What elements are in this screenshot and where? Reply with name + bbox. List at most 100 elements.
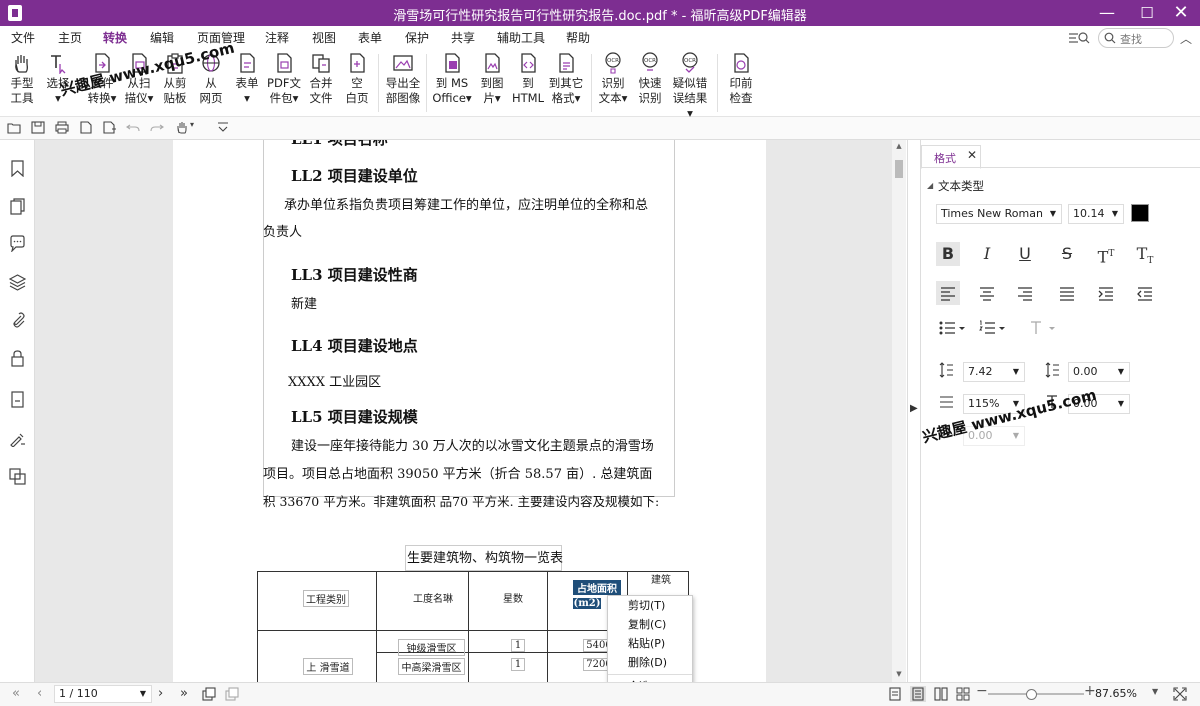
- zoom-out-icon[interactable]: −: [976, 683, 988, 699]
- ribbon-collapse-icon[interactable]: ︿: [1180, 30, 1192, 47]
- new-doc-icon[interactable]: [79, 121, 93, 134]
- underline-button[interactable]: U: [1013, 242, 1037, 266]
- indent-decrease-icon[interactable]: [1133, 281, 1157, 305]
- save-icon[interactable]: [31, 121, 45, 134]
- zoom-slider-thumb[interactable]: [1026, 689, 1037, 700]
- paragraph-spacing-dropdown[interactable]: 0.00 ▼: [1068, 362, 1130, 382]
- open-folder-icon[interactable]: [7, 121, 21, 134]
- line-spacing-dropdown[interactable]: 7.42 ▼: [963, 362, 1025, 382]
- scrollbar-thumb[interactable]: [895, 160, 903, 178]
- signature-icon[interactable]: [9, 430, 26, 447]
- undo-icon[interactable]: [126, 121, 140, 134]
- font-size-dropdown[interactable]: 10.14 ▼: [1068, 204, 1124, 224]
- prev-page-icon[interactable]: ‹: [37, 686, 42, 701]
- document-properties-icon[interactable]: [9, 391, 26, 408]
- font-color-swatch[interactable]: [1131, 204, 1149, 222]
- extract-page-icon[interactable]: [202, 687, 216, 701]
- align-right-icon[interactable]: [1013, 281, 1037, 305]
- menu-home[interactable]: 主页: [58, 29, 82, 46]
- scroll-down-icon[interactable]: ▼: [894, 670, 904, 678]
- to-image-button[interactable]: 到图 片▾: [472, 50, 512, 106]
- align-justify-icon[interactable]: [1055, 281, 1079, 305]
- menu-protect[interactable]: 保护: [405, 29, 429, 46]
- attachment-icon[interactable]: [9, 312, 26, 329]
- chevron-down-icon[interactable]: ▼: [1152, 687, 1158, 696]
- print-icon[interactable]: [55, 121, 69, 134]
- search-box[interactable]: 查找: [1098, 28, 1174, 48]
- last-page-icon[interactable]: »: [180, 686, 188, 701]
- layers-icon[interactable]: [9, 274, 26, 291]
- bullet-list-icon[interactable]: [938, 320, 968, 336]
- close-tab-icon[interactable]: ✕: [967, 148, 977, 162]
- first-page-icon[interactable]: «: [12, 686, 20, 701]
- to-ms-office-button[interactable]: 到 MS Office▾: [432, 50, 472, 106]
- bookmark-icon[interactable]: [9, 160, 26, 177]
- hand-tool-icon[interactable]: [175, 121, 189, 134]
- form-button[interactable]: 表单 ▾: [227, 50, 267, 106]
- continuous-facing-view-icon[interactable]: [956, 687, 970, 701]
- menu-view[interactable]: 视图: [312, 29, 336, 46]
- tab-format[interactable]: 格式 ✕: [921, 145, 981, 169]
- indent-increase-icon[interactable]: [1094, 281, 1118, 305]
- close-button[interactable]: ✕: [1158, 0, 1200, 26]
- zoom-value[interactable]: 87.65%: [1095, 687, 1137, 700]
- align-center-icon[interactable]: [975, 281, 999, 305]
- collapse-section-icon[interactable]: ◢: [927, 181, 933, 190]
- menu-item-paste[interactable]: 粘贴(P): [608, 634, 692, 653]
- fullscreen-icon[interactable]: [1172, 686, 1188, 702]
- ocr-text-button[interactable]: OCR 识别 文本▾: [593, 50, 633, 106]
- single-page-view-icon[interactable]: [888, 687, 902, 701]
- page-number-input[interactable]: 1 / 110 ▼: [54, 685, 152, 703]
- add-page-icon[interactable]: [102, 121, 116, 134]
- pdf-portfolio-button[interactable]: PDF文 件包▾: [264, 50, 304, 106]
- to-html-button[interactable]: 到 HTML: [508, 50, 548, 106]
- quick-ocr-button[interactable]: OCR 快速 识别: [630, 50, 670, 106]
- menu-comment[interactable]: 注释: [265, 29, 289, 46]
- chevron-down-icon[interactable]: ▾: [190, 120, 194, 129]
- next-page-icon[interactable]: ›: [158, 686, 163, 701]
- zoom-slider[interactable]: [988, 689, 1084, 700]
- strikethrough-button[interactable]: S: [1055, 242, 1079, 266]
- customize-toolbar-icon[interactable]: [216, 121, 230, 134]
- facing-view-icon[interactable]: [934, 687, 948, 701]
- scroll-up-icon[interactable]: ▲: [894, 142, 904, 150]
- align-left-icon[interactable]: [936, 281, 960, 305]
- zoom-in-icon[interactable]: +: [1084, 683, 1096, 699]
- subscript-button[interactable]: TT: [1133, 242, 1157, 266]
- comments-icon[interactable]: [9, 235, 26, 252]
- collapse-panel-icon[interactable]: ▶: [910, 403, 918, 414]
- font-family-dropdown[interactable]: Times New Roman ▼: [936, 204, 1062, 224]
- menu-item-delete[interactable]: 删除(D): [608, 653, 692, 672]
- table-header-cell-selected[interactable]: (m2): [573, 598, 601, 609]
- compare-icon[interactable]: [9, 468, 26, 485]
- superscript-button[interactable]: TT: [1094, 242, 1118, 266]
- bold-button[interactable]: B: [936, 242, 960, 266]
- suspect-results-button[interactable]: OCR 疑似错 误结果▾: [670, 50, 710, 121]
- redo-icon[interactable]: [150, 121, 164, 134]
- menu-item-cut[interactable]: 剪切(T): [608, 596, 692, 615]
- to-other-format-button[interactable]: 到其它 格式▾: [546, 50, 586, 106]
- pages-icon[interactable]: [9, 198, 26, 215]
- preflight-button[interactable]: 印前 检查: [721, 50, 761, 106]
- vertical-scrollbar[interactable]: ▲ ▼: [892, 140, 906, 682]
- continuous-view-icon[interactable]: [910, 686, 926, 702]
- export-images-button[interactable]: 导出全 部图像: [383, 50, 423, 106]
- menu-accessibility[interactable]: 辅助工具: [497, 29, 545, 46]
- duplicate-page-icon[interactable]: [225, 687, 239, 701]
- blank-page-button[interactable]: 空白页: [337, 50, 377, 106]
- menu-convert[interactable]: 转换: [103, 29, 128, 50]
- search-options-icon[interactable]: [1068, 30, 1092, 46]
- right-panel-handle[interactable]: ▶: [907, 140, 921, 682]
- text-direction-icon[interactable]: [1029, 320, 1059, 336]
- lock-icon[interactable]: [9, 350, 26, 367]
- menu-edit[interactable]: 编辑: [150, 29, 174, 46]
- merge-files-button[interactable]: 合并 文件: [301, 50, 341, 106]
- italic-button[interactable]: I: [975, 242, 999, 266]
- menu-share[interactable]: 共享: [451, 29, 475, 46]
- table-header-cell-selected[interactable]: 占地面积: [573, 580, 621, 595]
- menu-form[interactable]: 表单: [358, 29, 382, 46]
- menu-file[interactable]: 文件: [11, 29, 35, 46]
- menu-item-copy[interactable]: 复制(C): [608, 615, 692, 634]
- menu-help[interactable]: 帮助: [566, 29, 590, 46]
- hand-tool-button[interactable]: 手型 工具: [2, 50, 42, 106]
